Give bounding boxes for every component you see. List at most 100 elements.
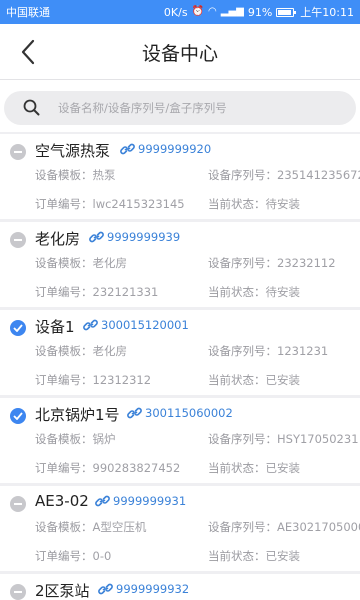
device-serial-field: 设备序列号：1231231 <box>208 343 328 359</box>
field-value: A型空压机 <box>92 520 147 534</box>
device-name: 空气源热泵 <box>35 142 111 160</box>
field-label: 当前状态： <box>208 285 266 299</box>
template-field: 设备模板：老化房 <box>35 255 127 271</box>
field-label: 订单编号： <box>35 285 93 299</box>
field-label: 设备模板： <box>35 256 93 270</box>
search-icon <box>22 98 42 118</box>
field-value: 老化房 <box>92 344 128 358</box>
network-speed: 0K/s <box>163 5 188 19</box>
box-serial-number: 9999999931 <box>113 494 187 508</box>
device-card[interactable]: 空气源热泵 9999999920 设备模板：热泵 设备序列号：235141235672… <box>0 134 360 219</box>
status-field: 当前状态：已安装 <box>208 372 300 388</box>
field-value: 老化房 <box>92 256 128 270</box>
order-field: 订单编号：lwc2415323145 <box>35 196 185 212</box>
device-serial-field: 设备序列号：235141235672 <box>208 167 360 183</box>
checked-circle-icon[interactable] <box>10 320 26 336</box>
wifi-icon: ◠ <box>208 6 217 17</box>
link-icon <box>89 231 104 243</box>
link-icon <box>127 407 142 419</box>
field-label: 设备序列号： <box>208 432 277 446</box>
checked-circle-icon[interactable] <box>10 408 26 424</box>
link-icon <box>120 143 135 155</box>
device-serial-field: 设备序列号：HSY17050231 <box>208 431 359 447</box>
device-card[interactable]: 设备1 300015120001 设备模板：老化房 设备序列号：1231231 订单编号… <box>0 310 360 395</box>
field-label: 当前状态： <box>208 461 266 475</box>
link-icon <box>83 319 98 331</box>
field-label: 当前状态： <box>208 197 266 211</box>
order-field: 订单编号：232121331 <box>35 284 158 300</box>
device-serial-field: 设备序列号：23232112 <box>208 255 336 271</box>
device-name: AE3-02 <box>35 492 89 510</box>
field-label: 订单编号： <box>35 197 93 211</box>
status-field: 当前状态：待安装 <box>208 196 300 212</box>
device-name: 设备1 <box>35 318 75 336</box>
device-name: 老化房 <box>35 230 81 248</box>
field-value: 232121331 <box>92 285 159 299</box>
status-indicators: 0K/s ⏰ ◠ ▂▄▆ 91% 上午10:11 <box>164 4 354 20</box>
unchecked-circle-icon[interactable] <box>10 144 26 160</box>
status-field: 当前状态：已安装 <box>208 460 300 476</box>
status-bar: 中国联通 0K/s ⏰ ◠ ▂▄▆ 91% 上午10:11 <box>0 0 360 24</box>
search-input[interactable] <box>58 101 356 115</box>
alarm-icon: ⏰ <box>191 6 205 17</box>
device-serial-field: 设备序列号：AE3021705000 <box>208 519 360 535</box>
field-label: 设备序列号： <box>208 256 277 270</box>
field-value: lwc2415323145 <box>92 197 185 211</box>
field-label: 设备序列号： <box>208 344 277 358</box>
device-card[interactable]: 老化房 9999999939 设备模板：老化房 设备序列号：23232112 订单编号：… <box>0 222 360 307</box>
field-label: 订单编号： <box>35 373 93 387</box>
device-list: 空气源热泵 9999999920 设备模板：热泵 设备序列号：235141235672… <box>0 134 360 600</box>
box-serial-number: 300015120001 <box>101 318 189 332</box>
field-value: 锅炉 <box>92 432 116 446</box>
device-card[interactable]: AE3-02 9999999931 设备模板：A型空压机 设备序列号：AE302170… <box>0 486 360 571</box>
order-field: 订单编号：12312312 <box>35 372 151 388</box>
box-serial-link[interactable]: 9999999939 <box>89 230 180 244</box>
field-value: 已安装 <box>265 549 301 563</box>
unchecked-circle-icon[interactable] <box>10 232 26 248</box>
field-label: 设备模板： <box>35 432 93 446</box>
field-label: 当前状态： <box>208 549 266 563</box>
device-name: 2区泵站 <box>35 582 90 600</box>
device-card[interactable]: 北京锅炉1号 300115060002 设备模板：锅炉 设备序列号：HSY170502… <box>0 398 360 483</box>
field-value: 0-0 <box>92 549 112 563</box>
nav-bar: 设备中心 <box>0 24 360 80</box>
status-field: 当前状态：已安装 <box>208 548 300 564</box>
unchecked-circle-icon[interactable] <box>10 496 26 512</box>
field-label: 设备模板： <box>35 168 93 182</box>
carrier-label: 中国联通 <box>6 6 50 19</box>
page-title: 设备中心 <box>141 43 218 65</box>
field-value: 热泵 <box>92 168 116 182</box>
field-value: 已安装 <box>265 461 301 475</box>
box-serial-number: 9999999920 <box>138 142 212 156</box>
field-value: 1231231 <box>277 344 329 358</box>
field-value: 12312312 <box>92 373 152 387</box>
field-value: AE3021705000 <box>277 520 360 534</box>
clock: 上午10:11 <box>300 6 354 19</box>
field-label: 设备模板： <box>35 344 93 358</box>
order-field: 订单编号：990283827452 <box>35 460 180 476</box>
box-serial-link[interactable]: 300115060002 <box>127 406 233 420</box>
box-serial-link[interactable]: 9999999932 <box>98 582 189 596</box>
device-card[interactable]: 2区泵站 9999999932 <box>0 574 360 600</box>
box-serial-link[interactable]: 9999999931 <box>95 494 186 508</box>
search-area <box>0 80 360 132</box>
unchecked-circle-icon[interactable] <box>10 584 26 600</box>
field-label: 订单编号： <box>35 549 93 563</box>
field-label: 设备模板： <box>35 520 93 534</box>
status-field: 当前状态：待安装 <box>208 284 300 300</box>
field-value: HSY17050231 <box>277 432 359 446</box>
field-value: 235141235672 <box>277 168 360 182</box>
template-field: 设备模板：锅炉 <box>35 431 116 447</box>
template-field: 设备模板：老化房 <box>35 343 127 359</box>
box-serial-number: 9999999939 <box>107 230 181 244</box>
field-label: 订单编号： <box>35 461 93 475</box>
box-serial-number: 9999999932 <box>116 582 190 596</box>
search-box[interactable] <box>4 91 356 125</box>
battery-icon <box>276 7 297 17</box>
box-serial-link[interactable]: 9999999920 <box>120 142 211 156</box>
field-value: 23232112 <box>277 256 336 270</box>
field-value: 待安装 <box>265 197 301 211</box>
box-serial-link[interactable]: 300015120001 <box>83 318 189 332</box>
order-field: 订单编号：0-0 <box>35 548 111 564</box>
field-label: 设备序列号： <box>208 520 277 534</box>
